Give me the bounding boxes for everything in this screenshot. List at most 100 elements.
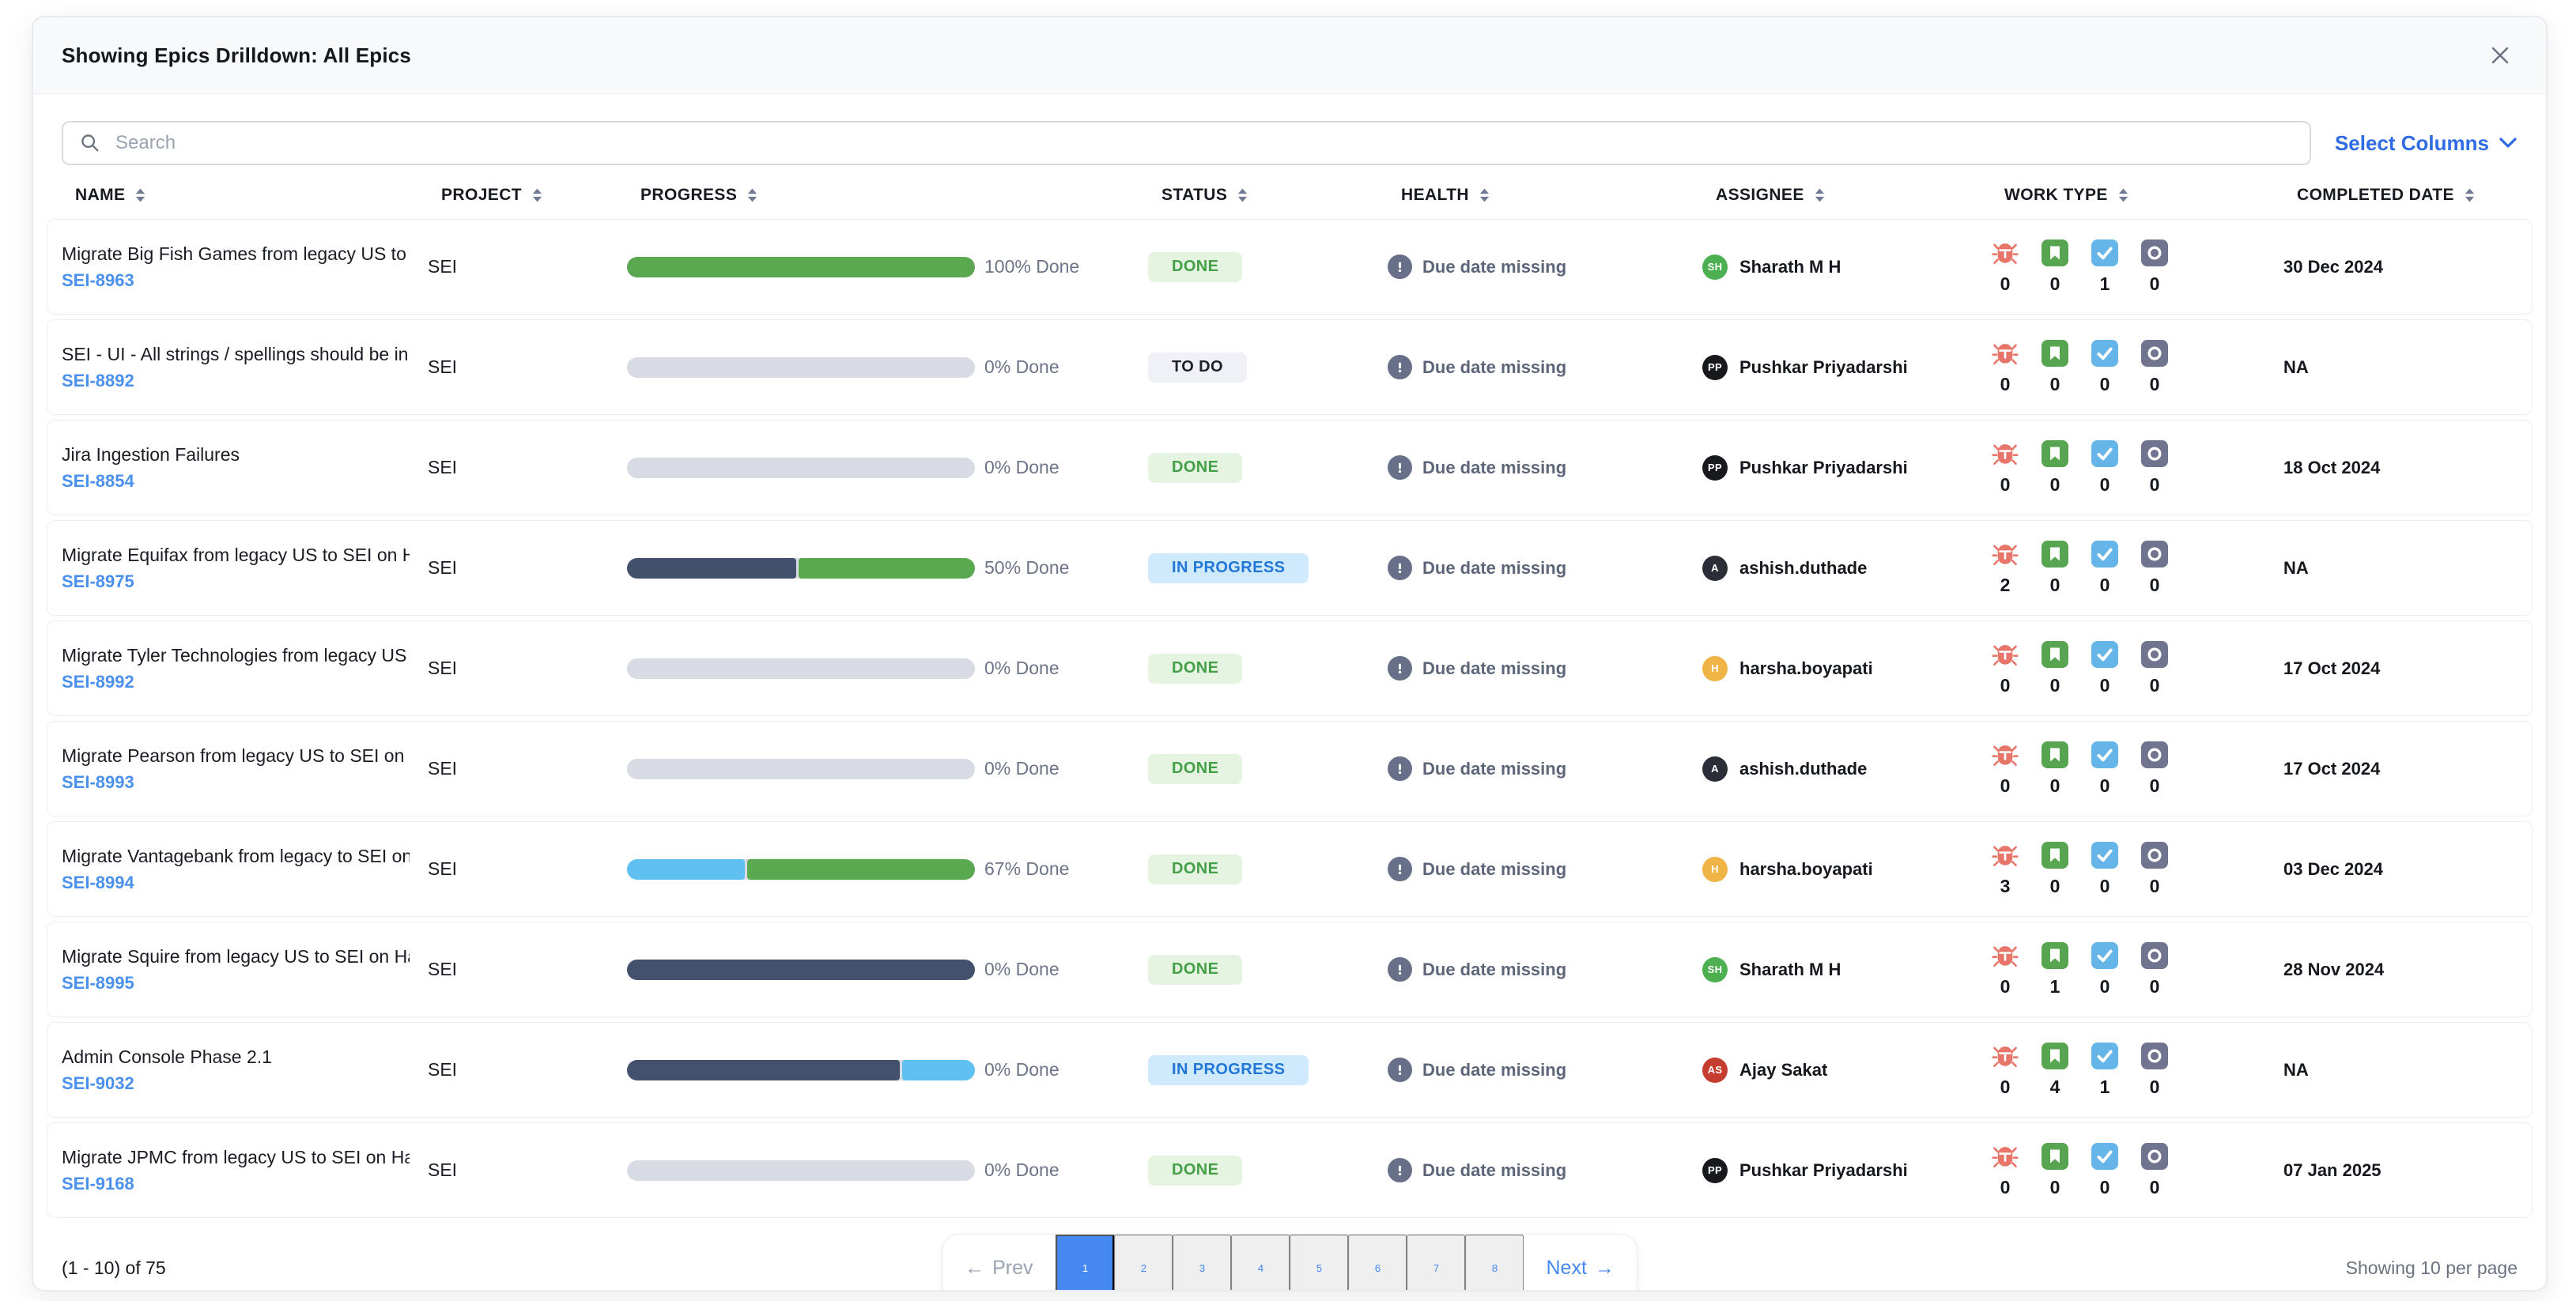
epic-count: 0 [2149,1076,2160,1097]
bug-icon [1992,745,2019,766]
worktype-task: 0 [2091,841,2119,897]
prev-button[interactable]: ← Prev [942,1235,1056,1290]
progress-label: 0% Done [984,959,1059,979]
epic-count: 0 [2149,1176,2160,1197]
table-row[interactable]: Admin Console Phase 2.1 SEI-9032 SEI 0% … [47,1022,2533,1118]
page-button[interactable]: 1 [1056,1235,1115,1290]
status-cell: DONE [1148,954,1388,985]
table-row[interactable]: Migrate Vantagebank from legacy to SEI o… [47,821,2533,917]
progress-cell: 0% Done [627,457,1148,478]
table-row[interactable]: Migrate Squire from legacy US to SEI on … [47,922,2533,1017]
health-cell: Due date missing [1388,756,1702,781]
sort-icon [532,188,542,202]
completed-date: NA [2283,557,2309,578]
column-header-health[interactable]: HEALTH [1401,186,1716,205]
progress-bar [627,256,975,277]
search-box[interactable] [62,121,2311,165]
epic-key-link[interactable]: SEI-8854 [62,471,428,492]
health-label: Due date missing [1422,557,1567,578]
page-button[interactable]: 3 [1173,1235,1232,1290]
column-header-name[interactable]: NAME [75,186,441,205]
table-row[interactable]: Migrate JPMC from legacy US to SEI on Ha… [47,1122,2533,1218]
epic-key-link[interactable]: SEI-8975 [62,571,428,592]
table-row[interactable]: Migrate Equifax from legacy US to SEI on… [47,520,2533,616]
name-cell: Admin Console Phase 2.1 SEI-9032 [62,1046,428,1094]
epic-key-link[interactable]: SEI-8995 [62,973,428,994]
completed-date: 17 Oct 2024 [2283,658,2381,678]
column-header-completed-date[interactable]: COMPLETED DATE [2297,186,2504,205]
progress-bar [627,557,975,579]
bug-count: 0 [2000,373,2011,394]
assignee-name: Pushkar Priyadarshi [1739,1160,1908,1180]
assignee-name: ashish.duthade [1739,557,1868,578]
progress-label: 100% Done [984,256,1080,277]
select-columns-button[interactable]: Select Columns [2335,131,2517,156]
completed-date: 18 Oct 2024 [2283,457,2381,477]
footer: (1 - 10) of 75 ← Prev 1 2 3 4 5 6 7 8 Ne… [33,1232,2546,1290]
project-cell: SEI [428,758,458,779]
page-button[interactable]: 4 [1231,1235,1290,1290]
epic-icon [2141,1042,2168,1069]
epic-key-link[interactable]: SEI-9168 [62,1174,428,1194]
column-header-project[interactable]: PROJECT [441,186,640,205]
project-cell: SEI [428,356,458,377]
completed-date: 28 Nov 2024 [2283,959,2385,979]
page-button[interactable]: 5 [1290,1235,1349,1290]
bug-count: 0 [2000,1176,2011,1197]
task-icon [2091,239,2118,266]
column-header-status[interactable]: STATUS [1161,186,1401,205]
epic-name: Migrate Equifax from legacy US to SEI on… [62,544,410,565]
column-header-progress[interactable]: PROGRESS [640,186,1161,205]
completed-date: 03 Dec 2024 [2283,858,2383,879]
epic-key-link[interactable]: SEI-8992 [62,672,428,692]
close-button[interactable] [2483,38,2517,73]
avatar: AS [1702,1057,1728,1083]
worktype-epic: 0 [2140,339,2169,395]
worktype-bug: 0 [1991,440,2019,496]
worktype-cell: 0 0 1 0 [1991,239,2283,295]
epic-count: 0 [2149,373,2160,394]
epic-key-link[interactable]: SEI-9032 [62,1073,428,1094]
table-row[interactable]: Migrate Tyler Technologies from legacy U… [47,620,2533,716]
assignee-cell: SH Sharath M H [1702,956,1991,982]
search-input[interactable] [114,131,2294,155]
status-cell: TO DO [1148,352,1388,383]
page-button[interactable]: 2 [1114,1235,1173,1290]
health-label: Due date missing [1422,658,1567,678]
column-header-assignee[interactable]: ASSIGNEE [1716,186,2004,205]
health-cell: Due date missing [1388,556,1702,580]
assignee-cell: PP Pushkar Priyadarshi [1702,354,1991,380]
epic-key-link[interactable]: SEI-8993 [62,772,428,793]
progress-cell: 0% Done [627,356,1148,378]
status-cell: DONE [1148,753,1388,784]
column-label: STATUS [1161,186,1228,204]
page-button[interactable]: 7 [1407,1235,1466,1290]
story-icon [2042,741,2068,768]
worktype-bug: 0 [1991,239,2019,295]
worktype-cell: 0 1 0 0 [1991,941,2283,997]
table-row[interactable]: Jira Ingestion Failures SEI-8854 SEI 0% … [47,420,2533,515]
progress-cell: 100% Done [627,256,1148,277]
status-cell: DONE [1148,1155,1388,1186]
worktype-bug: 2 [1991,541,2019,596]
bug-count: 0 [2000,1076,2011,1097]
table-row[interactable]: SEI - UI - All strings / spellings shoul… [47,319,2533,415]
next-button[interactable]: Next → [1524,1235,1637,1290]
epic-name: Migrate JPMC from legacy US to SEI on Ha… [62,1146,410,1167]
epic-key-link[interactable]: SEI-8892 [62,371,428,391]
assignee-name: Sharath M H [1739,959,1841,979]
page-button[interactable]: 6 [1348,1235,1407,1290]
progress-bar [627,858,975,880]
task-icon [2091,841,2118,869]
column-header-worktype[interactable]: WORK TYPE [2004,186,2297,205]
story-count: 4 [2049,1076,2060,1097]
due-date-warning-icon [1388,656,1412,681]
story-icon [2042,640,2068,668]
table-row[interactable]: Migrate Pearson from legacy US to SEI on… [47,721,2533,816]
name-cell: Jira Ingestion Failures SEI-8854 [62,444,428,492]
task-count: 1 [2099,273,2110,294]
epic-key-link[interactable]: SEI-8963 [62,270,428,291]
epic-key-link[interactable]: SEI-8994 [62,873,428,893]
table-row[interactable]: Migrate Big Fish Games from legacy US to… [47,219,2533,315]
page-button[interactable]: 8 [1465,1235,1524,1290]
